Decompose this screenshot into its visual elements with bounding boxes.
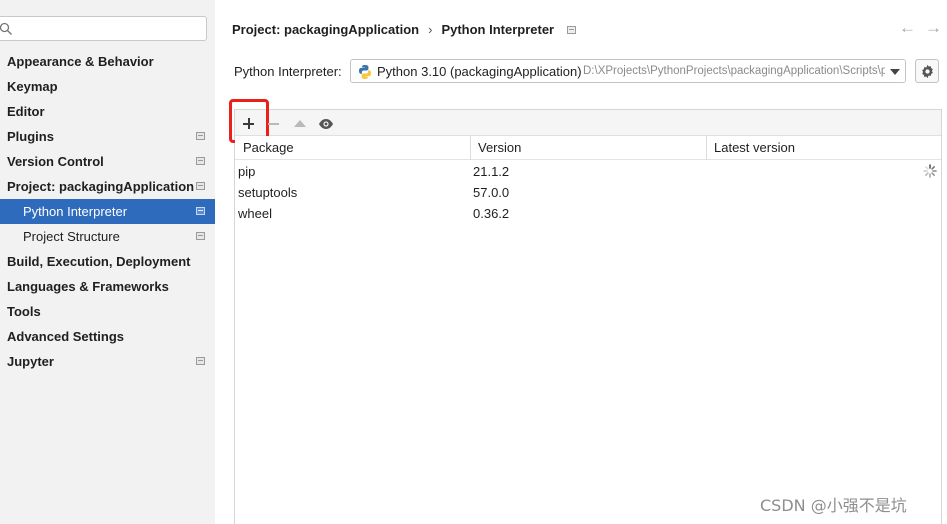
project-level-icon: [196, 132, 205, 140]
search-icon: [0, 22, 12, 35]
forward-arrow-icon[interactable]: →: [925, 18, 942, 38]
gear-icon: [922, 64, 933, 79]
settings-content: Project: packagingApplication › Python Int…: [215, 0, 947, 524]
package-version-cell: 21.1.2: [473, 164, 510, 179]
package-version-cell: 0.36.2: [473, 206, 510, 221]
sidebar-item-label: Jupyter: [7, 354, 54, 369]
project-level-icon: [196, 232, 205, 240]
sidebar-item-label: Keymap: [7, 79, 58, 94]
package-name-cell: pip: [238, 164, 256, 179]
packages-toolbar: [229, 99, 941, 143]
project-level-icon: [196, 357, 205, 365]
table-row[interactable]: setuptools 57.0.0: [235, 182, 941, 203]
sidebar-item-project[interactable]: Project: packagingApplication: [0, 174, 215, 199]
chevron-down-icon[interactable]: [885, 60, 905, 82]
column-divider[interactable]: [470, 136, 471, 160]
breadcrumb-separator: ›: [428, 22, 433, 37]
sidebar-item-tools[interactable]: Tools: [0, 299, 215, 324]
packages-table-header: Package Version Latest version: [235, 136, 941, 160]
sidebar-item-label: Version Control: [7, 154, 104, 169]
project-level-icon: [196, 182, 205, 190]
breadcrumb-project[interactable]: Project: packagingApplication: [232, 22, 419, 37]
sidebar-item-label: Editor: [7, 104, 45, 119]
packages-panel: Package Version Latest version pip 21.1.…: [229, 99, 942, 524]
sidebar-item-label: Tools: [7, 304, 41, 319]
column-header-package[interactable]: Package: [243, 140, 294, 155]
sidebar-item-label: Project Structure: [23, 229, 120, 244]
interpreter-select[interactable]: Python 3.10 (packagingApplication) D:\XP…: [350, 59, 906, 83]
project-level-icon: [196, 157, 205, 165]
interpreter-label: Python Interpreter:: [234, 64, 342, 79]
sidebar-item-label: Appearance & Behavior: [7, 54, 154, 69]
sidebar-item-editor[interactable]: Editor: [0, 99, 215, 124]
sidebar-item-plugins[interactable]: Plugins: [0, 124, 215, 149]
sidebar-item-label: Advanced Settings: [7, 329, 125, 344]
remove-package-button[interactable]: [263, 113, 285, 135]
table-row[interactable]: pip 21.1.2: [235, 161, 941, 182]
eye-icon: [319, 119, 333, 129]
column-header-latest-version[interactable]: Latest version: [714, 140, 795, 155]
sidebar-item-build[interactable]: Build, Execution, Deployment: [0, 249, 215, 274]
sidebar-item-label: Project: packagingApplication: [7, 179, 195, 194]
settings-search-input[interactable]: [0, 16, 207, 41]
settings-sidebar: Appearance & Behavior Keymap Editor Plug…: [0, 0, 215, 524]
show-early-releases-button[interactable]: [315, 113, 337, 135]
upgrade-package-button[interactable]: [289, 113, 311, 135]
sidebar-item-advanced-settings[interactable]: Advanced Settings: [0, 324, 215, 349]
sidebar-item-languages[interactable]: Languages & Frameworks: [0, 274, 215, 299]
sidebar-item-appearance[interactable]: Appearance & Behavior: [0, 49, 215, 74]
sidebar-item-keymap[interactable]: Keymap: [0, 74, 215, 99]
project-level-icon: [567, 26, 576, 34]
sidebar-item-label: Python Interpreter: [23, 204, 128, 219]
sidebar-item-version-control[interactable]: Version Control: [0, 149, 215, 174]
package-name-cell: setuptools: [238, 185, 298, 200]
breadcrumb: Project: packagingApplication › Python Int…: [232, 22, 554, 37]
back-arrow-icon[interactable]: ←: [899, 18, 916, 38]
watermark: CSDN @小强不是坑: [760, 496, 907, 515]
interpreter-path: D:\XProjects\PythonProjects\packagingApp…: [583, 65, 906, 77]
python-icon: [359, 65, 371, 79]
project-level-icon: [196, 207, 205, 215]
sidebar-item-label: Plugins: [7, 129, 54, 144]
interpreter-name: Python 3.10 (packagingApplication): [377, 64, 582, 79]
package-version-cell: 57.0.0: [473, 185, 510, 200]
table-row[interactable]: wheel 0.36.2: [235, 203, 941, 224]
sidebar-item-project-structure[interactable]: Project Structure: [0, 224, 215, 249]
sidebar-item-jupyter[interactable]: Jupyter: [0, 349, 215, 374]
sidebar-item-label: Build, Execution, Deployment: [7, 254, 191, 269]
settings-dialog: Appearance & Behavior Keymap Editor Plug…: [0, 0, 947, 524]
package-name-cell: wheel: [238, 206, 272, 221]
sidebar-item-python-interpreter[interactable]: Python Interpreter: [0, 199, 215, 224]
sidebar-item-label: Languages & Frameworks: [7, 279, 169, 294]
interpreter-settings-button[interactable]: [915, 59, 939, 83]
breadcrumb-page: Python Interpreter: [441, 22, 555, 37]
column-header-version[interactable]: Version: [478, 140, 521, 155]
add-package-button[interactable]: [229, 99, 269, 143]
column-divider[interactable]: [706, 136, 707, 160]
